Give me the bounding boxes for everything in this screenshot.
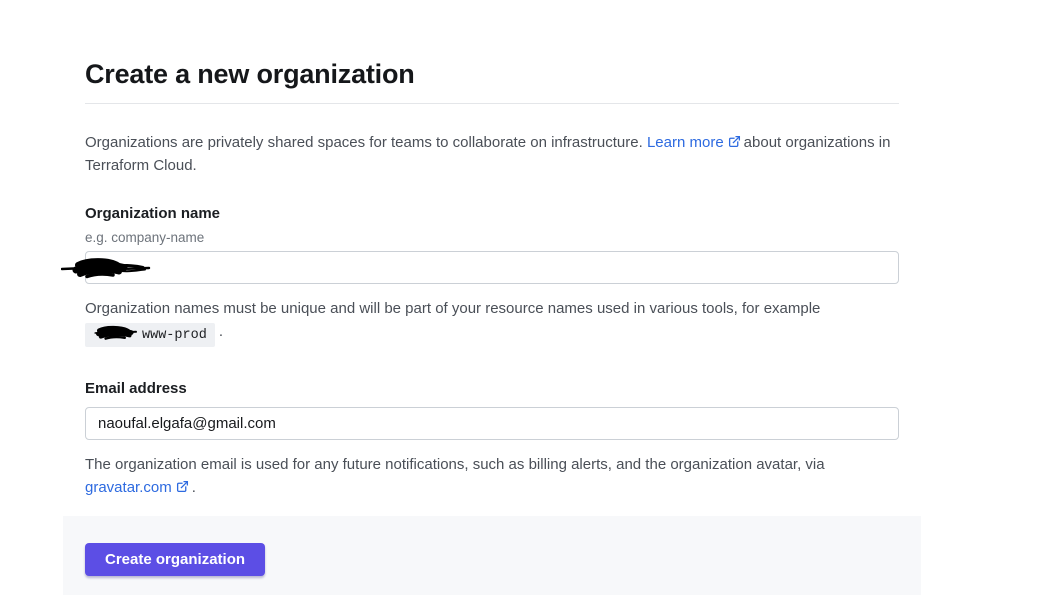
email-input-wrap <box>85 407 899 440</box>
email-input[interactable] <box>85 407 899 440</box>
create-organization-page: Create a new organization Organizations … <box>63 57 921 595</box>
organization-name-input[interactable] <box>85 251 899 284</box>
form-footer: Create organization <box>63 516 921 595</box>
email-group: Email address The organization email is … <box>85 378 899 499</box>
redaction-scribble <box>91 325 141 341</box>
resource-name-example: www-prod <box>85 323 215 347</box>
email-help: The organization email is used for any f… <box>85 453 899 499</box>
title-divider <box>85 103 899 104</box>
email-help-suffix: . <box>192 479 196 496</box>
gravatar-link[interactable]: gravatar.com <box>85 479 172 496</box>
email-label: Email address <box>85 378 899 400</box>
help-suffix: . <box>219 323 223 340</box>
learn-more-link[interactable]: Learn more <box>647 134 724 151</box>
create-organization-button[interactable]: Create organization <box>85 543 265 576</box>
organization-name-group: Organization name e.g. company-name Orga… <box>85 203 899 347</box>
external-link-icon <box>728 135 741 148</box>
email-help-text: The organization email is used for any f… <box>85 456 825 473</box>
organization-name-input-wrap <box>85 251 899 284</box>
organization-name-hint: e.g. company-name <box>85 228 899 247</box>
external-link-icon <box>176 480 189 493</box>
page-title: Create a new organization <box>85 57 899 91</box>
form-body: Create a new organization Organizations … <box>63 57 921 499</box>
organization-name-label: Organization name <box>85 203 899 225</box>
intro-text-before: Organizations are privately shared space… <box>85 134 643 151</box>
example-code-text: www-prod <box>142 328 207 343</box>
organization-name-help-text: Organization names must be unique and wi… <box>85 300 820 317</box>
organization-name-help: Organization names must be unique and wi… <box>85 297 899 347</box>
intro-text: Organizations are privately shared space… <box>85 131 899 177</box>
